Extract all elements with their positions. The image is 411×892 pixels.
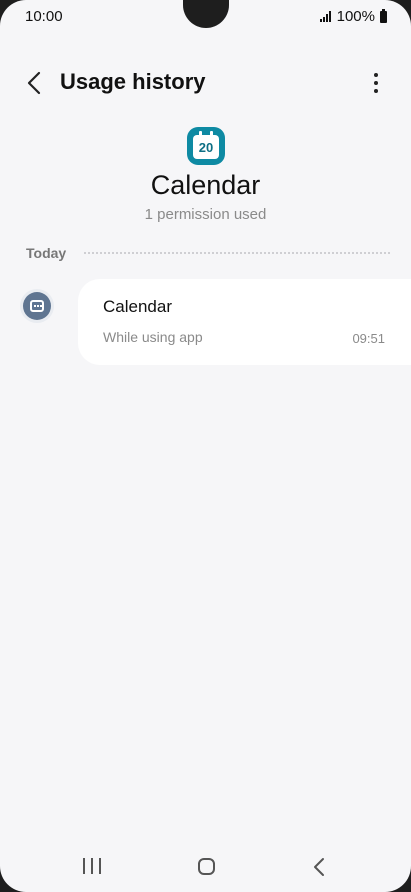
camera-notch: [183, 0, 229, 28]
calendar-app-icon: 20: [187, 127, 225, 165]
app-icon-label: 20: [193, 131, 219, 159]
app-bar: Usage history: [0, 55, 411, 111]
more-options-button[interactable]: [361, 65, 391, 101]
back-icon[interactable]: [312, 857, 326, 877]
home-icon[interactable]: [198, 858, 215, 875]
status-time: 10:00: [25, 8, 63, 25]
battery-icon: [380, 8, 387, 23]
usage-entry-title: Calendar: [103, 297, 172, 316]
section-divider: [84, 252, 390, 254]
back-button[interactable]: [16, 65, 52, 101]
permission-count: 1 permission used: [144, 206, 267, 223]
usage-entry-time: 09:51: [352, 331, 385, 346]
signal-icon: [319, 11, 331, 22]
more-vertical-icon: [374, 73, 378, 77]
page-title: Usage history: [60, 69, 206, 94]
status-indicators: 100%: [319, 8, 387, 25]
app-name: Calendar: [150, 170, 261, 200]
usage-entry[interactable]: Calendar While using app 09:51: [78, 279, 411, 365]
battery-percent: 100%: [336, 8, 375, 25]
navigation-bar: [0, 846, 411, 892]
status-bar: 10:00 100%: [0, 0, 411, 34]
usage-entry-subtitle: While using app: [103, 329, 203, 345]
recent-apps-icon[interactable]: [83, 858, 101, 874]
section-label-today: Today: [26, 245, 67, 261]
calendar-permission-icon: [23, 292, 51, 320]
chevron-left-icon: [27, 71, 41, 95]
screen: 10:00 100% Usage history 20 Calendar 1 p…: [0, 0, 411, 892]
